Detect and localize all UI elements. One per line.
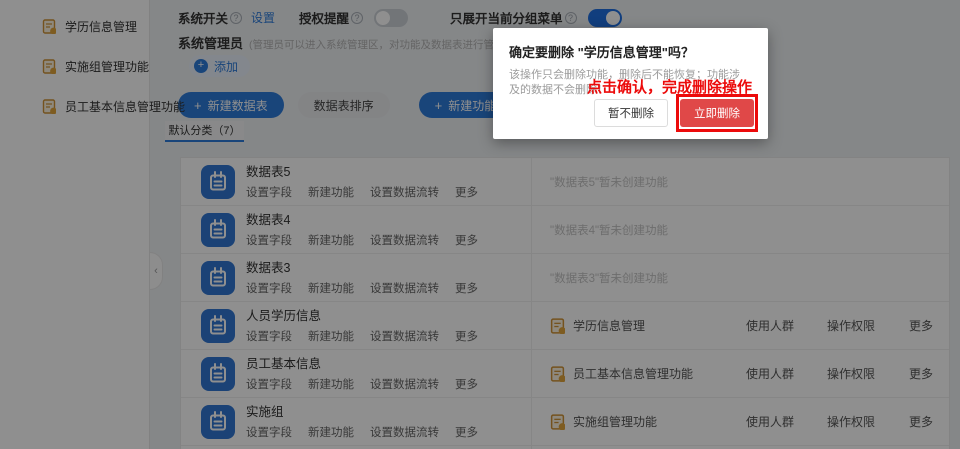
cancel-delete-button[interactable]: 暂不删除 — [594, 99, 668, 127]
modal-mask[interactable] — [0, 0, 960, 449]
dialog-button-row: 暂不删除 立即删除 — [594, 94, 758, 132]
tutorial-annotation-text: 点击确认，完成删除操作 — [586, 79, 752, 96]
dialog-title: 确定要删除 "学历信息管理"吗？ — [509, 45, 694, 60]
delete-confirm-dialog: 确定要删除 "学历信息管理"吗？ 该操作只会删除功能，删除后不能恢复；功能涉及的… — [493, 28, 768, 139]
confirm-delete-button[interactable]: 立即删除 — [680, 99, 754, 127]
